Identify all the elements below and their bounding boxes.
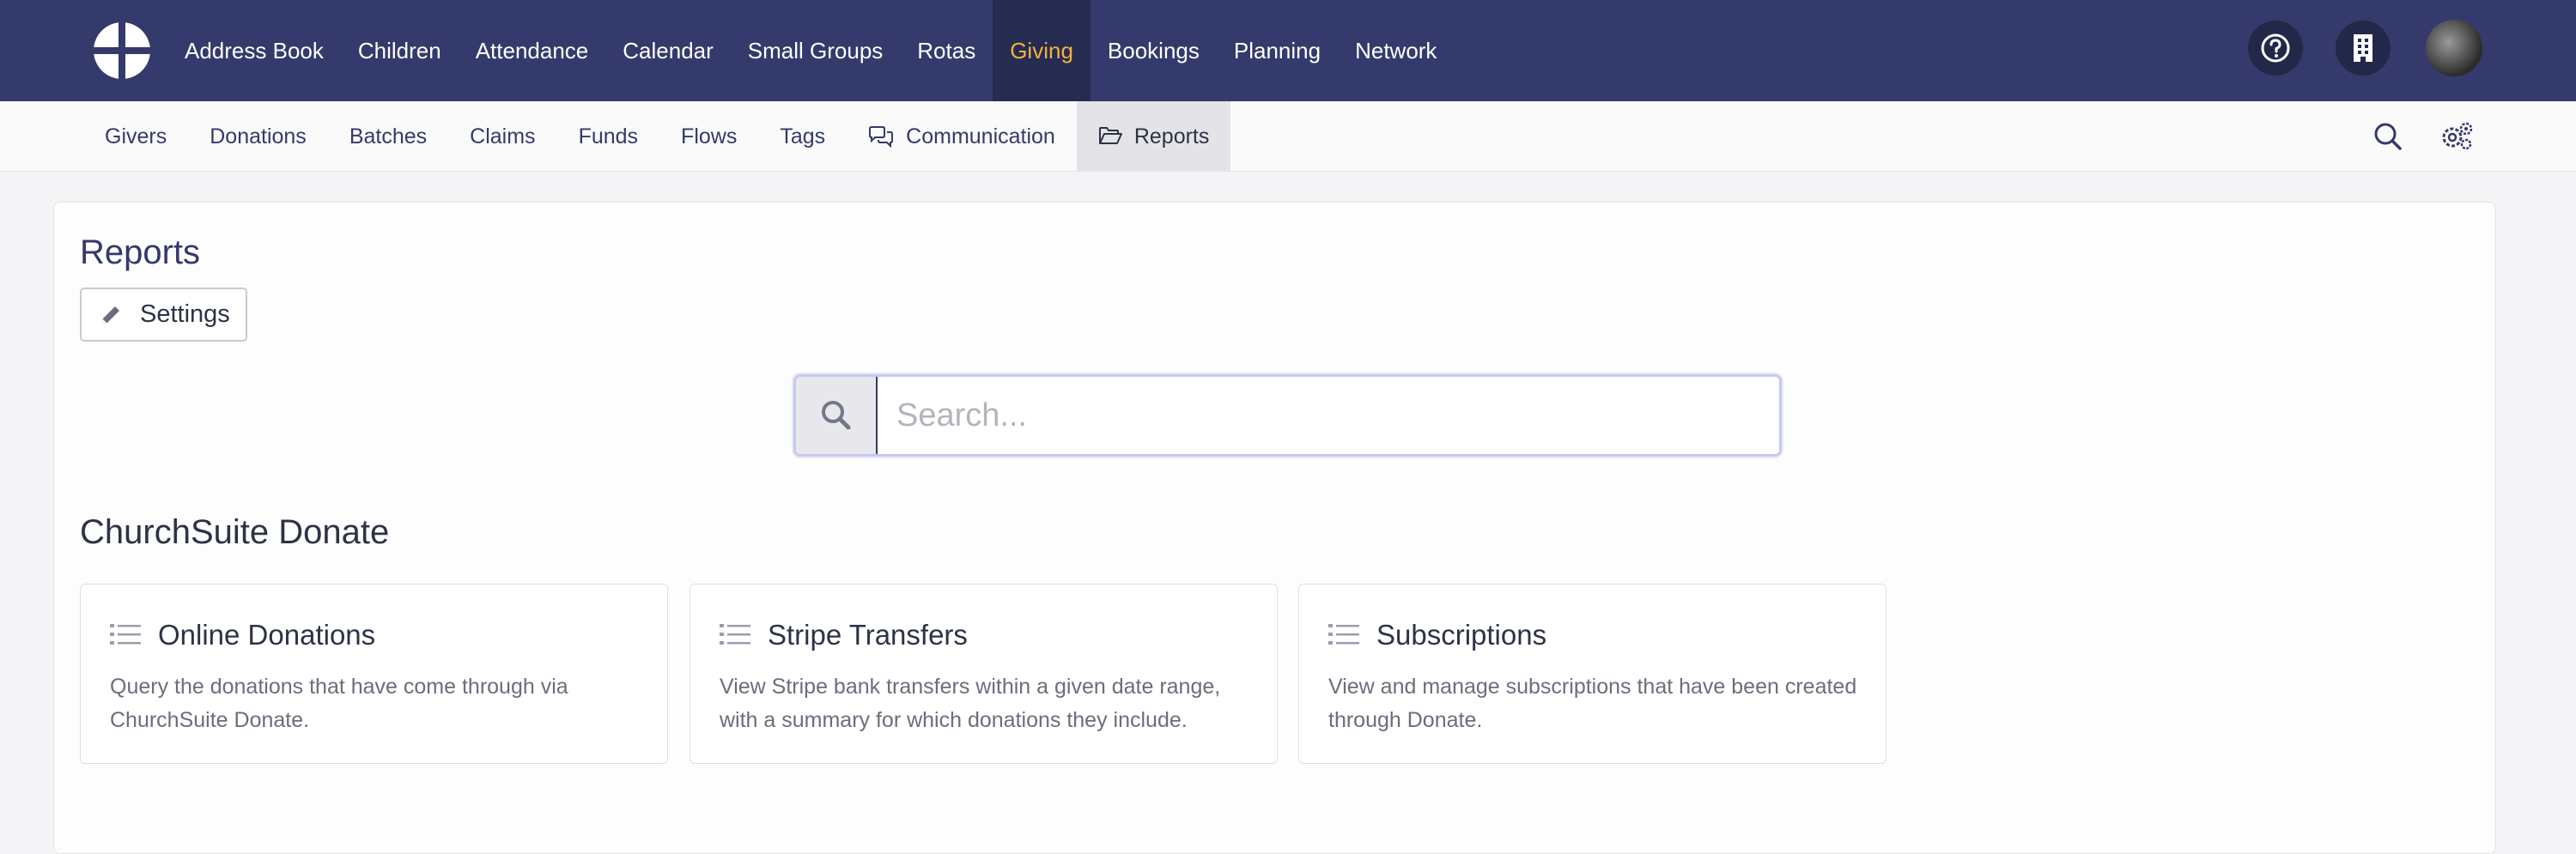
subnav-tags[interactable]: Tags xyxy=(758,101,847,172)
subnav-donations[interactable]: Donations xyxy=(188,101,328,172)
nav-children[interactable]: Children xyxy=(341,0,459,101)
organisation-button[interactable] xyxy=(2336,21,2391,76)
search-icon xyxy=(2374,123,2402,150)
nav-calendar[interactable]: Calendar xyxy=(605,0,731,101)
report-card-description: Query the donations that have come throu… xyxy=(110,675,568,732)
help-icon xyxy=(2261,33,2290,63)
settings-button-label: Settings xyxy=(140,300,230,328)
subnav-batches[interactable]: Batches xyxy=(328,101,448,172)
search-toggle-button[interactable] xyxy=(2370,118,2406,154)
report-card-description: View and manage subscriptions that have … xyxy=(1328,675,1857,732)
comments-icon xyxy=(869,126,894,148)
report-card-subscriptions[interactable]: Subscriptions View and manage subscripti… xyxy=(1298,584,1886,764)
report-card-title: Online Donations xyxy=(158,619,376,651)
report-card-title: Stripe Transfers xyxy=(768,619,968,651)
report-search xyxy=(793,374,1782,457)
search-input[interactable] xyxy=(878,377,1779,454)
list-icon xyxy=(720,624,750,645)
nav-rotas[interactable]: Rotas xyxy=(900,0,993,101)
subnav-claims[interactable]: Claims xyxy=(448,101,556,172)
nav-small-groups[interactable]: Small Groups xyxy=(731,0,901,101)
module-menu: Address Book Children Attendance Calenda… xyxy=(167,0,1454,101)
nav-attendance[interactable]: Attendance xyxy=(459,0,606,101)
subnav-givers[interactable]: Givers xyxy=(83,101,188,172)
cogs-icon xyxy=(2442,122,2473,150)
section-title: ChurchSuite Donate xyxy=(80,513,390,551)
nav-address-book[interactable]: Address Book xyxy=(167,0,341,101)
subnav-funds[interactable]: Funds xyxy=(557,101,659,172)
search-addon xyxy=(796,377,878,454)
pencil-icon xyxy=(102,306,119,324)
help-button[interactable] xyxy=(2248,21,2303,76)
nav-network[interactable]: Network xyxy=(1338,0,1454,101)
subnav-communication[interactable]: Communication xyxy=(847,101,1077,172)
report-card-title: Subscriptions xyxy=(1376,619,1547,651)
folder-open-icon xyxy=(1098,127,1122,144)
user-avatar[interactable] xyxy=(2426,20,2482,76)
nav-bookings[interactable]: Bookings xyxy=(1091,0,1217,101)
subnav-flows[interactable]: Flows xyxy=(659,101,758,172)
report-card-online-donations[interactable]: Online Donations Query the donations tha… xyxy=(80,584,668,764)
giving-subnav: Givers Donations Batches Claims Funds Fl… xyxy=(0,101,2576,172)
building-icon xyxy=(2354,34,2372,62)
report-card-stripe-transfers[interactable]: Stripe Transfers View Stripe bank transf… xyxy=(690,584,1278,764)
giving-subnav-menu: Givers Donations Batches Claims Funds Fl… xyxy=(83,101,1231,172)
nav-giving[interactable]: Giving xyxy=(993,0,1091,101)
subnav-communication-label: Communication xyxy=(906,124,1055,148)
search-icon xyxy=(821,401,850,430)
settings-button[interactable]: Settings xyxy=(80,288,247,342)
top-navbar: Address Book Children Attendance Calenda… xyxy=(0,0,2576,101)
churchsuite-logo-icon[interactable] xyxy=(92,21,152,81)
page-title: Reports xyxy=(80,233,201,271)
list-icon xyxy=(110,624,141,645)
report-card-description: View Stripe bank transfers within a give… xyxy=(720,675,1221,732)
subnav-reports-label: Reports xyxy=(1133,124,1210,148)
list-icon xyxy=(1328,624,1359,645)
subnav-reports[interactable]: Reports xyxy=(1076,101,1231,172)
nav-planning[interactable]: Planning xyxy=(1217,0,1338,101)
module-settings-button[interactable] xyxy=(2439,118,2475,154)
